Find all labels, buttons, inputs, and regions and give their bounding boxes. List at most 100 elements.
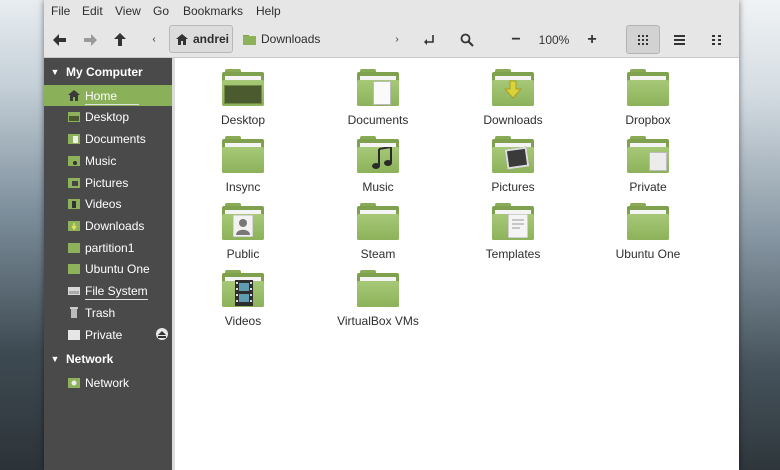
list-view-icon	[673, 34, 685, 45]
sidebar-item-desktop[interactable]: Desktop	[44, 106, 172, 127]
folder-label: VirtualBox VMs	[337, 314, 419, 328]
breadcrumb-downloads-button[interactable]: Downloads	[243, 25, 320, 53]
expander-down-icon: ▼	[50, 354, 60, 364]
folder-public-icon	[222, 203, 264, 240]
folder-item-dropbox[interactable]: Dropbox	[593, 69, 703, 127]
sidebar-item-network[interactable]: Network	[44, 372, 172, 393]
home-icon	[176, 33, 188, 45]
menu-bookmarks[interactable]: Bookmarks	[183, 4, 243, 18]
trash-icon	[68, 307, 80, 318]
folder-documents-icon	[357, 69, 399, 106]
sidebar-section-my-computer[interactable]: ▼ My Computer	[44, 61, 143, 83]
folder-label: Public	[226, 247, 260, 261]
chevron-right-icon: ›	[395, 34, 399, 45]
sidebar-item-private[interactable]: Private	[44, 324, 172, 345]
folder-label: Pictures	[491, 180, 535, 194]
search-button[interactable]	[456, 22, 478, 57]
sidebar-item-ubuntu-one[interactable]: Ubuntu One	[44, 258, 172, 279]
folder-item-desktop[interactable]: Desktop	[188, 69, 298, 127]
documents-folder-icon	[68, 133, 80, 144]
folder-steam-icon	[357, 203, 399, 240]
compact-view-button[interactable]	[700, 25, 734, 54]
folder-item-private[interactable]: Private	[593, 136, 703, 194]
folder-item-downloads[interactable]: Downloads	[458, 69, 568, 127]
menu-help[interactable]: Help	[256, 4, 281, 18]
sidebar-item-downloads[interactable]: Downloads	[44, 215, 172, 236]
zoom-out-button[interactable]: −	[506, 22, 526, 57]
private-folder-icon	[68, 329, 80, 340]
folder-item-music[interactable]: Music	[323, 136, 433, 194]
folder-item-ubuntu-one[interactable]: Ubuntu One	[593, 203, 703, 261]
icon-view: Desktop Documents Downloads Dropbox Insy…	[175, 58, 739, 470]
desktop-icon	[68, 111, 80, 122]
sidebar-item-file-system[interactable]: File System	[44, 280, 172, 301]
location-toggle-icon	[424, 34, 434, 45]
folder-item-templates[interactable]: Templates	[458, 203, 568, 261]
sidebar-item-label: Downloads	[85, 218, 145, 233]
sidebar-item-label: Home	[85, 89, 140, 105]
breadcrumb-home-button[interactable]: andrei	[169, 25, 233, 53]
folder-item-documents[interactable]: Documents	[323, 69, 433, 127]
icon-view-button[interactable]	[626, 25, 660, 54]
toggle-location-button[interactable]	[419, 22, 441, 57]
up-button[interactable]	[110, 22, 130, 57]
menu-bar: File Edit View Go Bookmarks Help	[44, 0, 739, 22]
sidebar-item-label: partition1	[85, 240, 135, 255]
sidebar-item-documents[interactable]: Documents	[44, 128, 172, 149]
list-view-button[interactable]	[662, 25, 696, 54]
folder-dropbox-icon	[627, 69, 669, 106]
folder-templates-icon	[492, 203, 534, 240]
sidebar-item-label: Private	[85, 327, 123, 342]
breadcrumb-downloads-label: Downloads	[261, 32, 321, 46]
folder-insync-icon	[222, 136, 264, 173]
folder-item-steam[interactable]: Steam	[323, 203, 433, 261]
folder-music-icon	[357, 136, 399, 173]
folder-label: Insync	[225, 180, 261, 194]
toolbar: ‹ andrei Downloads › − 100% +	[44, 22, 739, 58]
network-icon	[68, 377, 80, 388]
menu-edit[interactable]: Edit	[82, 4, 103, 18]
folder-icon	[243, 34, 256, 45]
grid-view-icon	[638, 34, 648, 45]
folder-label: Private	[629, 180, 667, 194]
zoom-level: 100%	[538, 32, 570, 47]
folder-private-icon	[627, 136, 669, 173]
sidebar-section-network[interactable]: ▼ Network	[44, 348, 114, 370]
sidebar-item-label: Network	[85, 375, 130, 390]
menu-view[interactable]: View	[115, 4, 141, 18]
folder-label: Downloads	[483, 113, 543, 127]
menu-go[interactable]: Go	[153, 4, 169, 18]
forward-button[interactable]	[80, 22, 100, 57]
sidebar-item-label: Trash	[85, 305, 116, 320]
folder-item-insync[interactable]: Insync	[188, 136, 298, 194]
folder-label: Ubuntu One	[615, 247, 681, 261]
folder-item-videos[interactable]: Videos	[188, 270, 298, 328]
downloads-folder-icon	[68, 220, 80, 231]
folder-label: Music	[362, 180, 394, 194]
back-button[interactable]	[50, 22, 70, 57]
zoom-in-button[interactable]: +	[582, 22, 602, 57]
folder-item-public[interactable]: Public	[188, 203, 298, 261]
folder-label: Dropbox	[625, 113, 671, 127]
sidebar-item-partition1[interactable]: partition1	[44, 237, 172, 258]
music-folder-icon	[68, 155, 80, 166]
sidebar-section-title: My Computer	[66, 65, 143, 79]
sidebar-item-music[interactable]: Music	[44, 150, 172, 171]
breadcrumb-scroll-left[interactable]: ‹	[147, 22, 161, 57]
folder-label: Steam	[360, 247, 396, 261]
sidebar-item-trash[interactable]: Trash	[44, 302, 172, 323]
sidebar-item-label: Music	[85, 153, 117, 168]
breadcrumb-scroll-right[interactable]: ›	[390, 22, 404, 57]
menu-file[interactable]: File	[51, 4, 70, 18]
sidebar-item-videos[interactable]: Videos	[44, 193, 172, 214]
folder-label: Templates	[485, 247, 541, 261]
eject-icon[interactable]	[156, 328, 168, 340]
folder-item-virtualbox-vms[interactable]: VirtualBox VMs	[323, 270, 433, 328]
sidebar-item-home[interactable]: Home	[44, 85, 172, 106]
sidebar-item-label: Documents	[85, 131, 146, 146]
desktop-background-left	[0, 0, 44, 470]
folder-virtualbox-vms-icon	[357, 270, 399, 307]
sidebar-item-pictures[interactable]: Pictures	[44, 172, 172, 193]
folder-pictures-icon	[492, 136, 534, 173]
folder-item-pictures[interactable]: Pictures	[458, 136, 568, 194]
